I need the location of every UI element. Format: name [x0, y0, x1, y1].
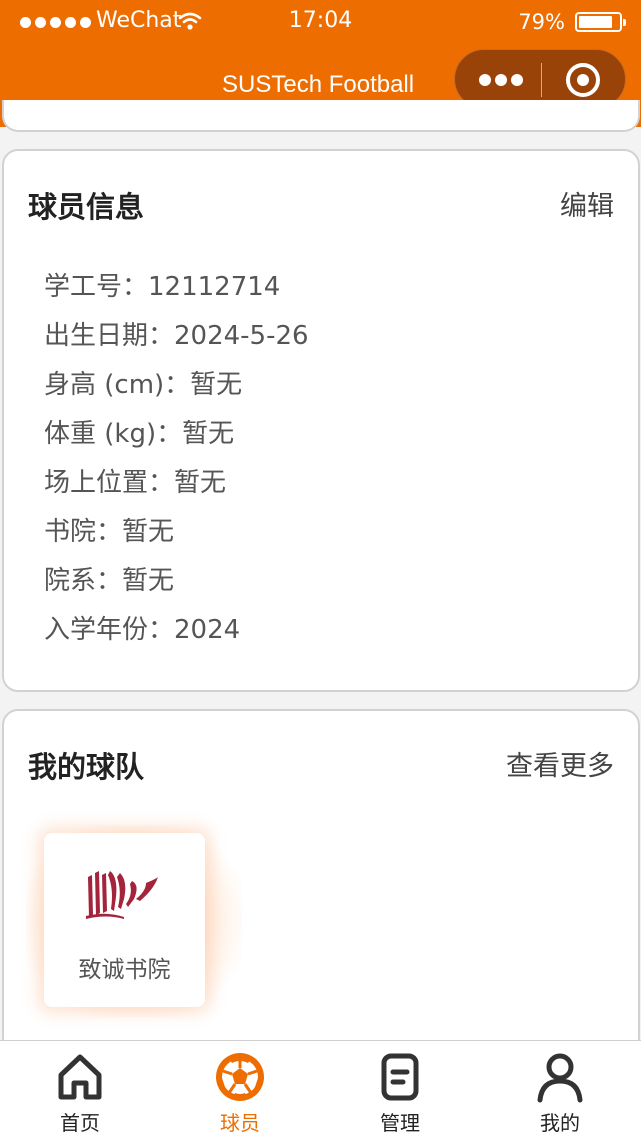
info-height: 身高 (cm)：暂无: [44, 370, 243, 400]
tab-home[interactable]: 首页: [0, 1041, 160, 1135]
info-department: 院系：暂无: [44, 566, 175, 596]
info-weight: 体重 (kg)：暂无: [44, 419, 235, 449]
info-student-id: 学工号：12112714: [44, 272, 281, 302]
tab-manage-label: 管理: [380, 1111, 420, 1135]
info-position: 场上位置：暂无: [44, 468, 227, 498]
info-birth-date: 出生日期：2024-5-26: [44, 321, 309, 351]
page-title: SUSTech Football: [222, 71, 415, 98]
status-bar: WeChat 17:04 79%: [0, 0, 641, 44]
home-icon: [58, 1054, 102, 1100]
more-dots-icon[interactable]: [479, 73, 523, 87]
tab-me-label: 我的: [540, 1111, 580, 1135]
my-teams-card: 我的球队 查看更多 致诚书院: [2, 709, 640, 1054]
tab-players-label: 球员: [220, 1111, 260, 1135]
tab-me[interactable]: 我的: [480, 1041, 640, 1135]
team-name: 致诚书院: [78, 957, 171, 983]
player-info-card: 球员信息 编辑 学工号：12112714 出生日期：2024-5-26 身高 (…: [2, 149, 640, 692]
info-enroll-year: 入学年份：2024: [44, 615, 241, 645]
player-info-list: 学工号：12112714 出生日期：2024-5-26 身高 (cm)：暂无 体…: [44, 263, 309, 655]
books-logo-icon: [86, 871, 158, 919]
football-icon: [216, 1053, 264, 1101]
player-info-title: 球员信息: [28, 190, 145, 224]
tab-players[interactable]: 球员: [160, 1041, 320, 1135]
my-teams-title: 我的球队: [28, 750, 145, 784]
document-icon: [381, 1053, 419, 1101]
team-tile[interactable]: 致诚书院: [44, 833, 205, 1007]
bottom-tab-bar: 首页 球员 管理 我的: [0, 1040, 641, 1135]
user-icon: [537, 1053, 583, 1103]
battery-icon: [575, 12, 626, 32]
tab-home-label: 首页: [60, 1111, 100, 1135]
battery-percent: 79%: [518, 10, 565, 34]
view-more-button[interactable]: 查看更多: [506, 747, 614, 787]
capsule-divider: [541, 63, 542, 97]
target-circle-icon[interactable]: [566, 63, 600, 97]
tab-manage[interactable]: 管理: [320, 1041, 480, 1135]
previous-card-bottom: [2, 100, 640, 132]
info-college: 书院：暂无: [44, 517, 175, 547]
edit-button[interactable]: 编辑: [560, 187, 614, 227]
